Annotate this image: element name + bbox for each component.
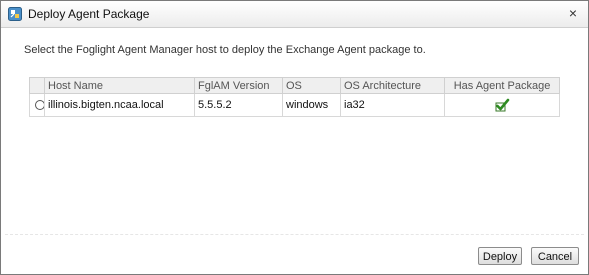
footer-separator — [5, 234, 584, 239]
title-bar: Deploy Agent Package × — [1, 1, 588, 28]
host-radio-button[interactable] — [35, 100, 44, 111]
table-header-row: Host Name FglAM Version OS OS Architectu… — [29, 77, 560, 94]
row-select-cell[interactable] — [29, 93, 45, 117]
column-header-has-agent-package[interactable]: Has Agent Package — [444, 77, 560, 94]
column-header-select — [29, 77, 45, 94]
host-name-cell: illinois.bigten.ncaa.local — [44, 93, 195, 117]
os-architecture-cell: ia32 — [340, 93, 445, 117]
table-row[interactable]: illinois.bigten.ncaa.local 5.5.5.2 windo… — [29, 93, 560, 117]
column-header-os-architecture[interactable]: OS Architecture — [340, 77, 445, 94]
column-header-host-name[interactable]: Host Name — [44, 77, 195, 94]
deploy-agent-package-dialog: Deploy Agent Package × Select the Foglig… — [0, 0, 589, 275]
column-header-os[interactable]: OS — [282, 77, 341, 94]
os-cell: windows — [282, 93, 341, 117]
dialog-title: Deploy Agent Package — [28, 7, 150, 21]
instruction-text: Select the Foglight Agent Manager host t… — [24, 44, 426, 56]
checkmark-icon — [494, 98, 510, 112]
fglam-version-cell: 5.5.5.2 — [194, 93, 283, 117]
has-agent-package-cell — [444, 93, 560, 117]
deploy-button[interactable]: Deploy — [478, 247, 522, 265]
column-header-fglam-version[interactable]: FglAM Version — [194, 77, 283, 94]
cancel-button[interactable]: Cancel — [531, 247, 579, 265]
deploy-package-icon — [8, 7, 22, 21]
close-icon[interactable]: × — [566, 5, 580, 21]
host-table: Host Name FglAM Version OS OS Architectu… — [29, 77, 560, 117]
